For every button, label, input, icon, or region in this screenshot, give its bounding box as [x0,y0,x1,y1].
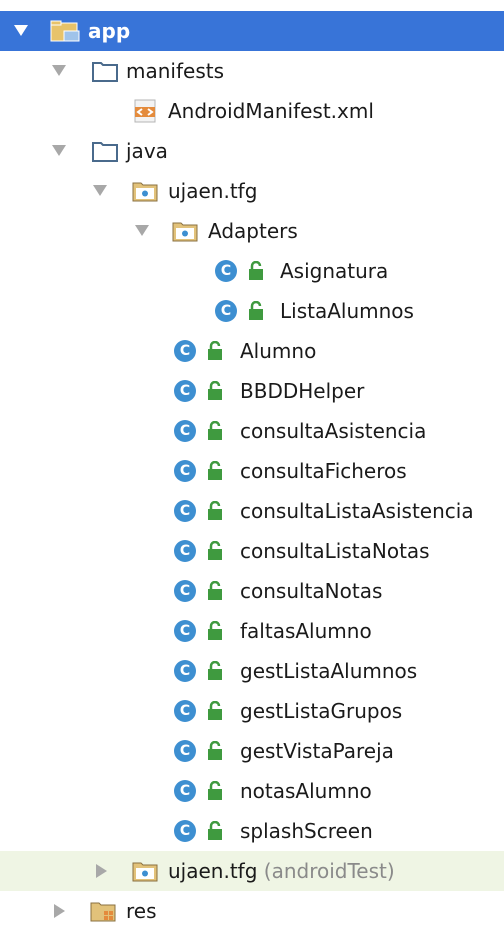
tree-label-class: consultaNotas [240,579,383,603]
folder-icon [92,62,118,82]
class-icon: C [174,700,196,722]
resource-folder-icon [90,902,116,922]
tree-node-adapters[interactable]: Adapters [0,211,504,251]
package-test-name: ujaen.tfg [168,859,258,883]
tree-label-class: gestListaGrupos [240,699,403,723]
package-folder-icon [132,862,158,882]
class-icon: C [174,660,196,682]
class-icon: C [174,380,196,402]
tree-label-class: consultaListaAsistencia [240,499,474,523]
unlock-icon [208,621,222,640]
tree-node-package-test[interactable]: ujaen.tfg (androidTest) [0,851,504,891]
class-icon: C [174,780,196,802]
tree-node-class[interactable]: C consultaListaAsistencia [0,491,504,531]
package-test-suffix: (androidTest) [263,859,395,883]
class-icon: C [174,820,196,842]
class-icon: C [174,580,196,602]
tree-node-class[interactable]: C gestListaAlumnos [0,651,504,691]
class-icon: C [174,460,196,482]
unlock-icon [208,381,222,400]
expand-arrow-icon[interactable] [52,65,66,76]
unlock-icon [208,461,222,480]
tree-label-app: app [88,19,131,43]
unlock-icon [249,301,263,320]
tree-label-class: BBDDHelper [240,379,365,403]
tree-label-res: res [126,899,157,923]
tree-label-class: gestVistaPareja [240,739,394,763]
expand-arrow-icon[interactable] [93,185,107,196]
tree-label-class: consultaAsistencia [240,419,427,443]
class-icon: C [174,420,196,442]
tree-node-class[interactable]: C consultaListaNotas [0,531,504,571]
unlock-icon [208,421,222,440]
unlock-icon [208,821,222,840]
tree-label-class: Asignatura [280,259,389,283]
class-icon: C [215,300,237,322]
class-icon: C [174,620,196,642]
tree-node-class[interactable]: C consultaNotas [0,571,504,611]
class-icon: C [215,260,237,282]
module-folder-icon [50,20,80,42]
tree-node-manifests[interactable]: manifests [0,51,504,91]
tree-label-class: consultaListaNotas [240,539,430,563]
tree-label-class: notasAlumno [240,779,372,803]
unlock-icon [208,781,222,800]
unlock-icon [208,581,222,600]
unlock-icon [208,501,222,520]
tree-label-manifests: manifests [126,59,224,83]
tree-node-class[interactable]: C faltasAlumno [0,611,504,651]
unlock-icon [208,701,222,720]
tree-label-adapters: Adapters [208,219,298,243]
tree-node-app[interactable]: app [0,11,504,51]
tree-label-class: faltasAlumno [240,619,372,643]
expand-arrow-icon[interactable] [14,25,28,36]
collapse-arrow-icon[interactable] [54,904,65,918]
tree-node-class[interactable]: C ListaAlumnos [0,291,504,331]
tree-label-class: splashScreen [240,819,373,843]
tree-label-class: consultaFicheros [240,459,407,483]
tree-label-package-main: ujaen.tfg [168,179,258,203]
unlock-icon [208,341,222,360]
tree-node-java[interactable]: java [0,131,504,171]
tree-label-class: Alumno [240,339,317,363]
collapse-arrow-icon[interactable] [96,864,107,878]
class-icon: C [174,500,196,522]
tree-label-package-test: ujaen.tfg (androidTest) [168,851,395,891]
expand-arrow-icon[interactable] [135,225,149,236]
class-icon: C [174,340,196,362]
package-folder-icon [172,222,198,242]
unlock-icon [208,541,222,560]
tree-node-class[interactable]: C Asignatura [0,251,504,291]
class-icon: C [174,740,196,762]
tree-node-class[interactable]: C consultaAsistencia [0,411,504,451]
unlock-icon [208,741,222,760]
tree-label-android-manifest: AndroidManifest.xml [168,99,374,123]
tree-node-class[interactable]: C BBDDHelper [0,371,504,411]
tree-node-class[interactable]: C Alumno [0,331,504,371]
xml-file-icon [134,99,156,123]
unlock-icon [249,261,263,280]
tree-label-class: gestListaAlumnos [240,659,418,683]
tree-node-class[interactable]: C notasAlumno [0,771,504,811]
tree-label-java: java [126,139,168,163]
tree-node-class[interactable]: C consultaFicheros [0,451,504,491]
unlock-icon [208,661,222,680]
class-icon: C [174,540,196,562]
tree-label-class: ListaAlumnos [280,299,414,323]
tree-node-android-manifest[interactable]: AndroidManifest.xml [0,91,504,131]
package-folder-icon [132,182,158,202]
expand-arrow-icon[interactable] [52,145,66,156]
folder-icon [92,142,118,162]
tree-node-res[interactable]: res [0,891,504,931]
tree-node-class[interactable]: C splashScreen [0,811,504,851]
tree-node-class[interactable]: C gestListaGrupos [0,691,504,731]
tree-node-package-main[interactable]: ujaen.tfg [0,171,504,211]
tree-node-class[interactable]: C gestVistaPareja [0,731,504,771]
